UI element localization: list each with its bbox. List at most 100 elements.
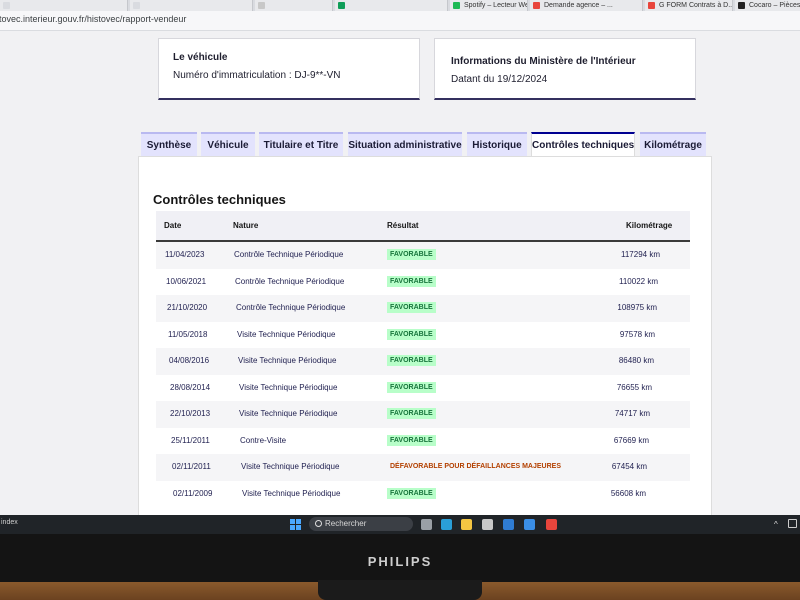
tab-historique[interactable]: Historique [467, 132, 527, 156]
cell-result-badge: FAVORABLE [387, 302, 436, 313]
table-row: 11/04/2023 Contrôle Technique Périodique F… [156, 242, 690, 269]
cell-date: 11/04/2023 [165, 250, 205, 259]
tab-favicon-icon [533, 2, 540, 9]
cell-nature: Contrôle Technique Périodique [236, 303, 346, 312]
tab-favicon-icon [738, 2, 745, 9]
task-view-icon[interactable] [421, 519, 432, 530]
section-title: Contrôles techniques [153, 192, 286, 207]
table-header: Date Nature Résultat Kilométrage [156, 211, 690, 242]
browser-tab-label: G FORM Contrats à D... [659, 2, 733, 9]
cell-date: 04/08/2016 [169, 356, 210, 365]
tab-label: Synthèse [146, 140, 192, 151]
browser-tab[interactable]: Demande agence – ... [530, 0, 643, 11]
cell-nature: Visite Technique Périodique [239, 409, 338, 418]
store-icon[interactable] [482, 519, 493, 530]
cell-result-badge: FAVORABLE [387, 434, 436, 446]
browser-tab[interactable]: G FORM Contrats à D... [645, 0, 733, 11]
table-row: 22/10/2013 Visite Technique Périodique FAV… [156, 401, 690, 428]
cell-date: 10/06/2021 [166, 276, 207, 286]
tab-favicon-icon [648, 2, 655, 9]
tab-controles-techniques[interactable]: Contrôles techniques [531, 132, 635, 158]
cell-mileage: 117294 km [621, 250, 660, 259]
table-row: 04/08/2016 Visite Technique Périodique FAV… [156, 348, 690, 375]
browser-screen: Spotify – Lecteur Web Demande agence – ..… [0, 0, 800, 515]
vehicle-card-heading: Le véhicule [173, 52, 228, 63]
search-icon [315, 520, 322, 527]
cell-date: 22/10/2013 [170, 409, 211, 418]
browser-tab[interactable] [335, 0, 448, 11]
browser-tab-label: Cocaro – Pièces au ... [749, 2, 800, 9]
header-mileage: Kilométrage [626, 221, 673, 230]
cell-mileage: 74717 km [614, 409, 650, 418]
tab-label: Véhicule [207, 140, 249, 151]
outlook-icon[interactable] [503, 519, 514, 530]
table-row: 10/06/2021 Contrôle Technique Périodique F… [156, 268, 690, 296]
vehicle-card: Le véhicule Numéro d'immatriculation : D… [158, 38, 420, 100]
header-result: Résultat [387, 221, 419, 230]
tab-label: Titulaire et Titre [263, 140, 339, 151]
registration-number: Numéro d'immatriculation : DJ-9**-VN [173, 70, 341, 81]
ministry-card: Informations du Ministère de l'Intérieur… [434, 38, 696, 100]
cell-nature: Contrôle Technique Périodique [234, 250, 344, 259]
cell-date: 25/11/2011 [171, 435, 210, 445]
taskbar-left-label: index [1, 519, 18, 526]
header-date: Date [164, 221, 182, 230]
address-bar[interactable]: tovec.interieur.gouv.fr/histovec/rapport… [0, 11, 800, 31]
browser-tab-label: Demande agence – ... [544, 2, 613, 9]
tab-titulaire-et-titre[interactable]: Titulaire et Titre [259, 132, 343, 156]
windows-start-icon[interactable] [290, 519, 301, 530]
edge-icon[interactable] [441, 519, 452, 530]
table-row: 28/08/2014 Visite Technique Périodique FAV… [156, 374, 690, 402]
cell-date: 02/11/2009 [173, 488, 213, 498]
cell-result-badge: FAVORABLE [387, 355, 436, 366]
browser-tab[interactable] [255, 0, 333, 11]
cell-mileage: 108975 km [617, 303, 657, 312]
cell-nature: Contre-Visite [240, 435, 287, 445]
browser-tab[interactable]: Spotify – Lecteur Web [450, 0, 528, 11]
tab-favicon-icon [133, 2, 140, 9]
browser-tab[interactable] [130, 0, 253, 11]
tab-favicon-icon [3, 2, 10, 9]
cell-nature: Visite Technique Périodique [242, 488, 341, 498]
monitor-tray-icon[interactable] [788, 519, 797, 528]
taskbar-search-placeholder: Rechercher [325, 519, 367, 528]
cell-result-badge: FAVORABLE [387, 328, 436, 340]
address-bar-url[interactable]: tovec.interieur.gouv.fr/histovec/rapport… [0, 14, 186, 24]
chrome-icon[interactable] [546, 519, 557, 530]
browser-tab-strip: Spotify – Lecteur Web Demande agence – ..… [0, 0, 800, 11]
cell-nature: Visite Technique Périodique [239, 382, 338, 392]
monitor-stand [318, 580, 482, 600]
tab-label: Situation administrative [348, 140, 462, 151]
cell-result-badge: FAVORABLE [387, 381, 436, 393]
tray-chevron-icon[interactable]: ^ [774, 520, 778, 529]
cell-nature: Contrôle Technique Périodique [235, 276, 345, 286]
cell-mileage: 67454 km [611, 462, 647, 471]
tab-vehicule[interactable]: Véhicule [201, 132, 255, 156]
cell-date: 11/05/2018 [168, 329, 208, 339]
tab-favicon-icon [453, 2, 460, 9]
file-explorer-icon[interactable] [461, 519, 472, 530]
tab-synthese[interactable]: Synthèse [141, 132, 197, 156]
tab-favicon-icon [338, 2, 345, 9]
tab-situation-administrative[interactable]: Situation administrative [348, 132, 462, 156]
taskbar-search[interactable]: Rechercher [309, 517, 413, 531]
browser-tab[interactable] [0, 0, 128, 11]
table-row: 02/11/2009 Visite Technique Périodique FAV… [156, 480, 690, 508]
table-row: 02/11/2011 Visite Technique Périodique DÉF… [156, 454, 690, 481]
tab-label: Historique [472, 140, 522, 151]
cell-result-badge: FAVORABLE [387, 275, 436, 287]
tab-label: Contrôles techniques [532, 140, 635, 151]
cell-result-badge: FAVORABLE [387, 487, 436, 499]
cell-mileage: 97578 km [619, 329, 655, 339]
tab-favicon-icon [258, 2, 265, 9]
header-nature: Nature [233, 221, 259, 230]
photos-icon[interactable] [524, 519, 535, 530]
browser-tab[interactable]: Cocaro – Pièces au ... [735, 0, 800, 11]
ministry-card-heading: Informations du Ministère de l'Intérieur [451, 56, 636, 67]
browser-tab-label: Spotify – Lecteur Web [464, 2, 528, 9]
monitor-brand-logo: PHILIPS [367, 554, 433, 569]
tab-kilometrage[interactable]: Kilométrage [640, 132, 706, 156]
cell-nature: Visite Technique Périodique [238, 356, 337, 365]
cell-mileage: 76655 km [616, 382, 652, 392]
cell-nature: Visite Technique Périodique [237, 329, 336, 339]
